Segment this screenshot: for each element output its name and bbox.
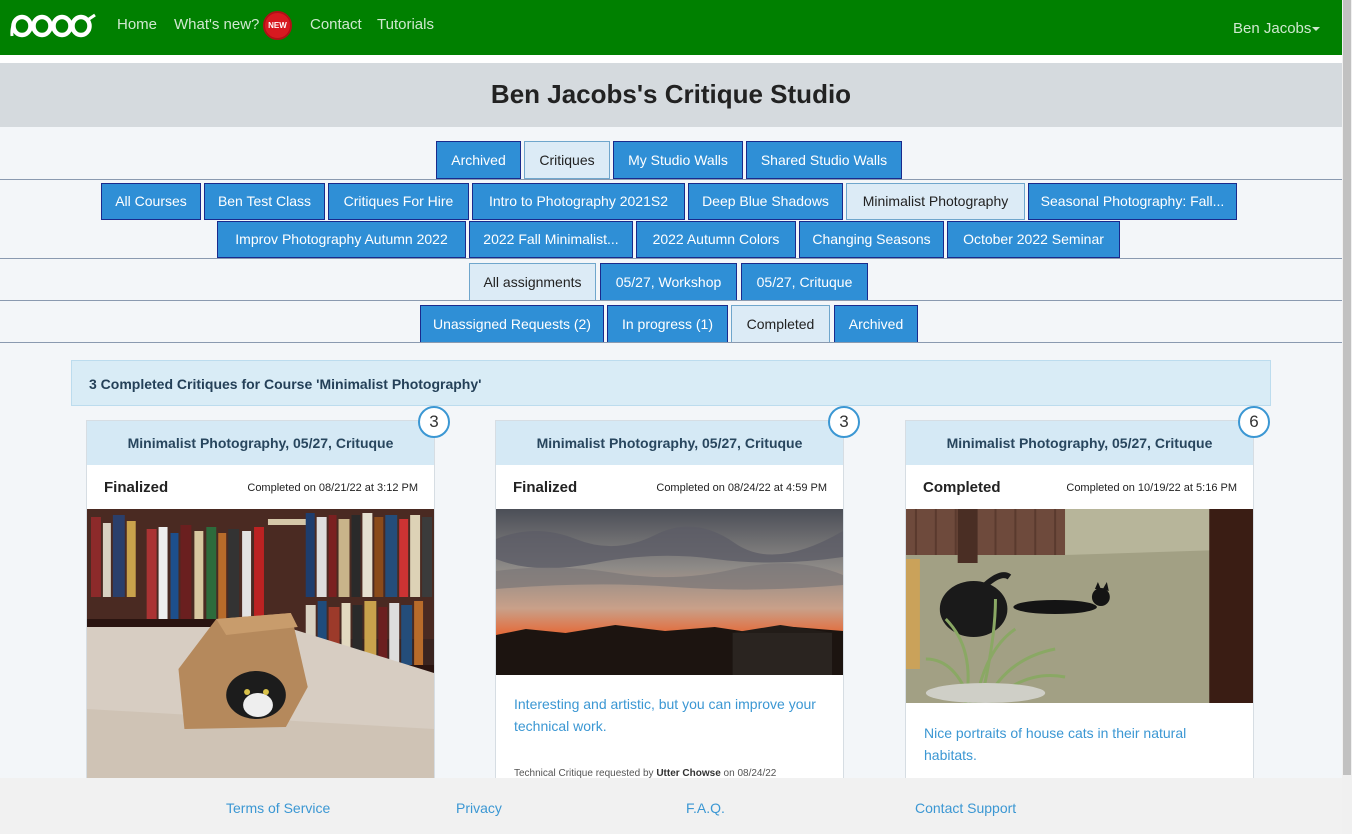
page-title: Ben Jacobs's Critique Studio: [490, 79, 852, 109]
tab-course-critiques-for-hire[interactable]: Critiques For Hire: [328, 183, 469, 220]
card-count-badge: 6: [1238, 406, 1270, 438]
nav-home-link[interactable]: Home: [117, 16, 157, 34]
scrollbar-thumb[interactable]: [1343, 0, 1351, 775]
card-completed-date: Completed on 08/21/22 at 3:12 PM: [247, 482, 418, 494]
footer-terms-link[interactable]: Terms of Service: [226, 800, 330, 816]
cat-in-paper-bag-photo[interactable]: [87, 509, 434, 780]
tab-row-divider: [0, 258, 1342, 259]
black-cats-on-lawn-photo[interactable]: [906, 509, 1253, 703]
tab-assignment-crituque[interactable]: 05/27, Crituque: [741, 263, 868, 301]
footer-privacy-link[interactable]: Privacy: [456, 800, 502, 816]
tab-completed[interactable]: Completed: [731, 305, 830, 343]
tab-shared-studio-walls[interactable]: Shared Studio Walls: [746, 141, 902, 179]
tab-course-2022-autumn-colors[interactable]: 2022 Autumn Colors: [636, 221, 796, 258]
tab-course-october-2022-seminar[interactable]: October 2022 Seminar: [947, 221, 1120, 258]
nav-contact-link[interactable]: Contact: [310, 16, 362, 34]
tab-my-studio-walls[interactable]: My Studio Walls: [613, 141, 743, 179]
nav-tutorials-link[interactable]: Tutorials: [377, 16, 434, 34]
card-count-badge: 3: [418, 406, 450, 438]
card-status: Finalized: [104, 479, 169, 496]
completed-summary-text: 3 Completed Critiques for Course 'Minima…: [89, 376, 482, 392]
page-scrollbar[interactable]: [1342, 0, 1352, 834]
tab-course-deep-blue-shadows[interactable]: Deep Blue Shadows: [688, 183, 843, 220]
new-badge: NEW: [263, 11, 292, 40]
critique-card[interactable]: Minimalist Photography, 05/27, Crituque …: [86, 420, 435, 780]
tab-course-intro-to-photography[interactable]: Intro to Photography 2021S2: [472, 183, 685, 220]
tab-course-seasonal-photography[interactable]: Seasonal Photography: Fall...: [1028, 183, 1237, 220]
brand-logo-icon[interactable]: [10, 12, 96, 40]
footer-contact-support-link[interactable]: Contact Support: [915, 800, 1016, 816]
caret-down-icon[interactable]: [1312, 27, 1320, 31]
top-navbar: Home What's new? NEW Contact Tutorials B…: [0, 0, 1342, 55]
tab-unassigned-requests[interactable]: Unassigned Requests (2): [420, 305, 604, 343]
tab-archived[interactable]: Archived: [436, 141, 521, 179]
card-title[interactable]: Minimalist Photography, 05/27, Crituque: [496, 421, 843, 465]
tab-row-divider: [0, 300, 1342, 301]
tab-row-divider: [0, 342, 1342, 343]
critique-card[interactable]: Minimalist Photography, 05/27, Crituque …: [495, 420, 844, 780]
tab-in-progress[interactable]: In progress (1): [607, 305, 728, 343]
navbar-spacer: [0, 55, 1342, 63]
tab-critiques[interactable]: Critiques: [524, 141, 610, 179]
page-footer: [0, 778, 1342, 834]
tab-status-archived[interactable]: Archived: [834, 305, 918, 343]
tab-all-assignments[interactable]: All assignments: [469, 263, 596, 301]
tab-course-minimalist-photography[interactable]: Minimalist Photography: [846, 183, 1025, 220]
card-completed-date: Completed on 10/19/22 at 5:16 PM: [1066, 482, 1237, 494]
critique-card[interactable]: Minimalist Photography, 05/27, Crituque …: [905, 420, 1254, 780]
card-title[interactable]: Minimalist Photography, 05/27, Crituque: [87, 421, 434, 465]
tab-course-ben-test-class[interactable]: Ben Test Class: [204, 183, 325, 220]
card-completed-date: Completed on 08/24/22 at 4:59 PM: [656, 482, 827, 494]
tab-course-changing-seasons[interactable]: Changing Seasons: [799, 221, 944, 258]
tab-row-divider: [0, 179, 1342, 180]
tab-course-2022-fall-minimalist[interactable]: 2022 Fall Minimalist...: [469, 221, 633, 258]
card-critique-comment: Interesting and artistic, but you can im…: [514, 696, 816, 734]
footer-faq-link[interactable]: F.A.Q.: [686, 800, 725, 816]
card-status: Completed: [923, 479, 1001, 496]
tab-course-improv-photography[interactable]: Improv Photography Autumn 2022: [217, 221, 466, 258]
card-count-badge: 3: [828, 406, 860, 438]
card-critique-comment: Nice portraits of house cats in their na…: [924, 725, 1187, 763]
card-title[interactable]: Minimalist Photography, 05/27, Crituque: [906, 421, 1253, 465]
user-menu-toggle[interactable]: Ben Jacobs: [1233, 20, 1311, 38]
nav-whats-new-link[interactable]: What's new?: [174, 16, 259, 34]
tab-assignment-workshop[interactable]: 05/27, Workshop: [600, 263, 737, 301]
card-status: Finalized: [513, 479, 578, 496]
tab-course-all-courses[interactable]: All Courses: [101, 183, 201, 220]
sunset-landscape-photo[interactable]: [496, 509, 843, 675]
